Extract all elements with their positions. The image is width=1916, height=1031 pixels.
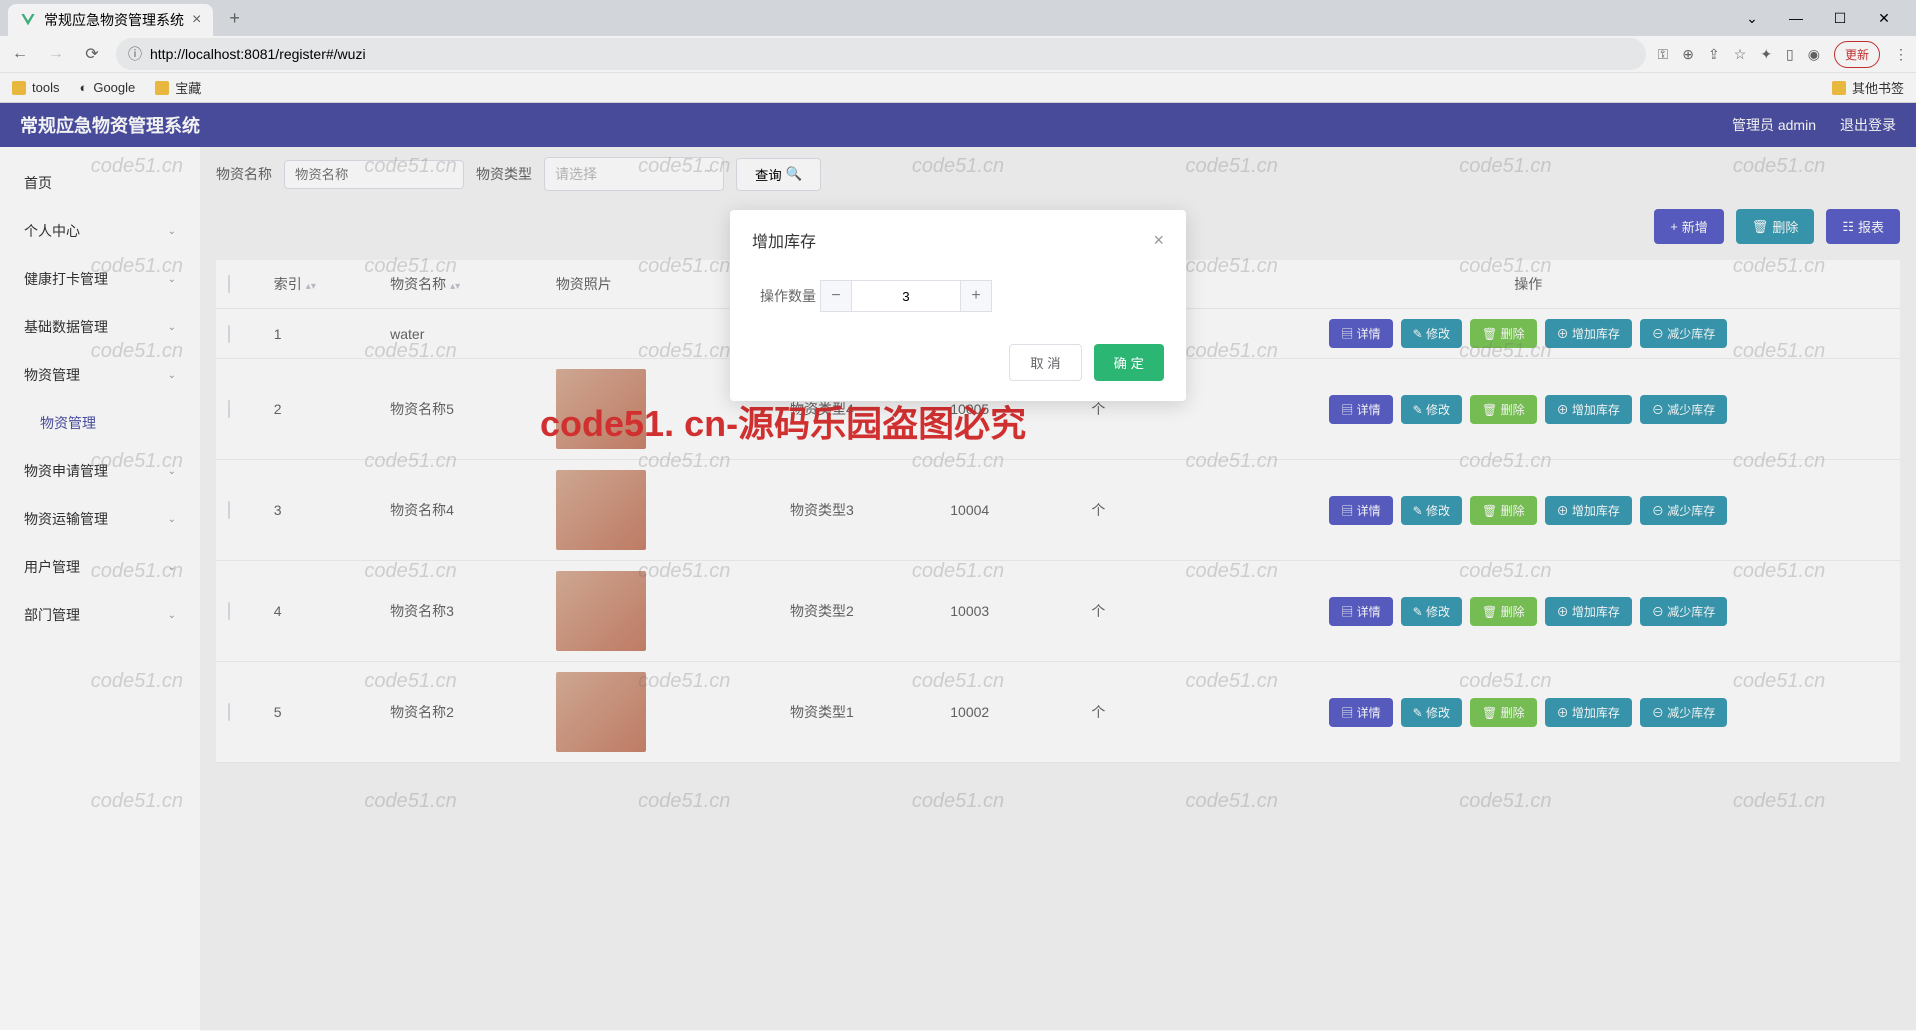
add-stock-modal: 增加库存 × 操作数量 − + 取 消 确 定 [730,210,1186,401]
qty-label: 操作数量 [752,286,816,306]
stepper-decrease-button[interactable]: − [820,280,852,312]
stepper-increase-button[interactable]: + [960,280,992,312]
stepper-input[interactable] [852,280,960,312]
modal-title: 增加库存 [752,228,816,252]
close-icon[interactable]: × [1153,230,1164,251]
cancel-button[interactable]: 取 消 [1009,344,1081,381]
modal-overlay[interactable] [0,0,1916,1030]
confirm-button[interactable]: 确 定 [1094,344,1164,381]
quantity-stepper: − + [820,280,992,312]
